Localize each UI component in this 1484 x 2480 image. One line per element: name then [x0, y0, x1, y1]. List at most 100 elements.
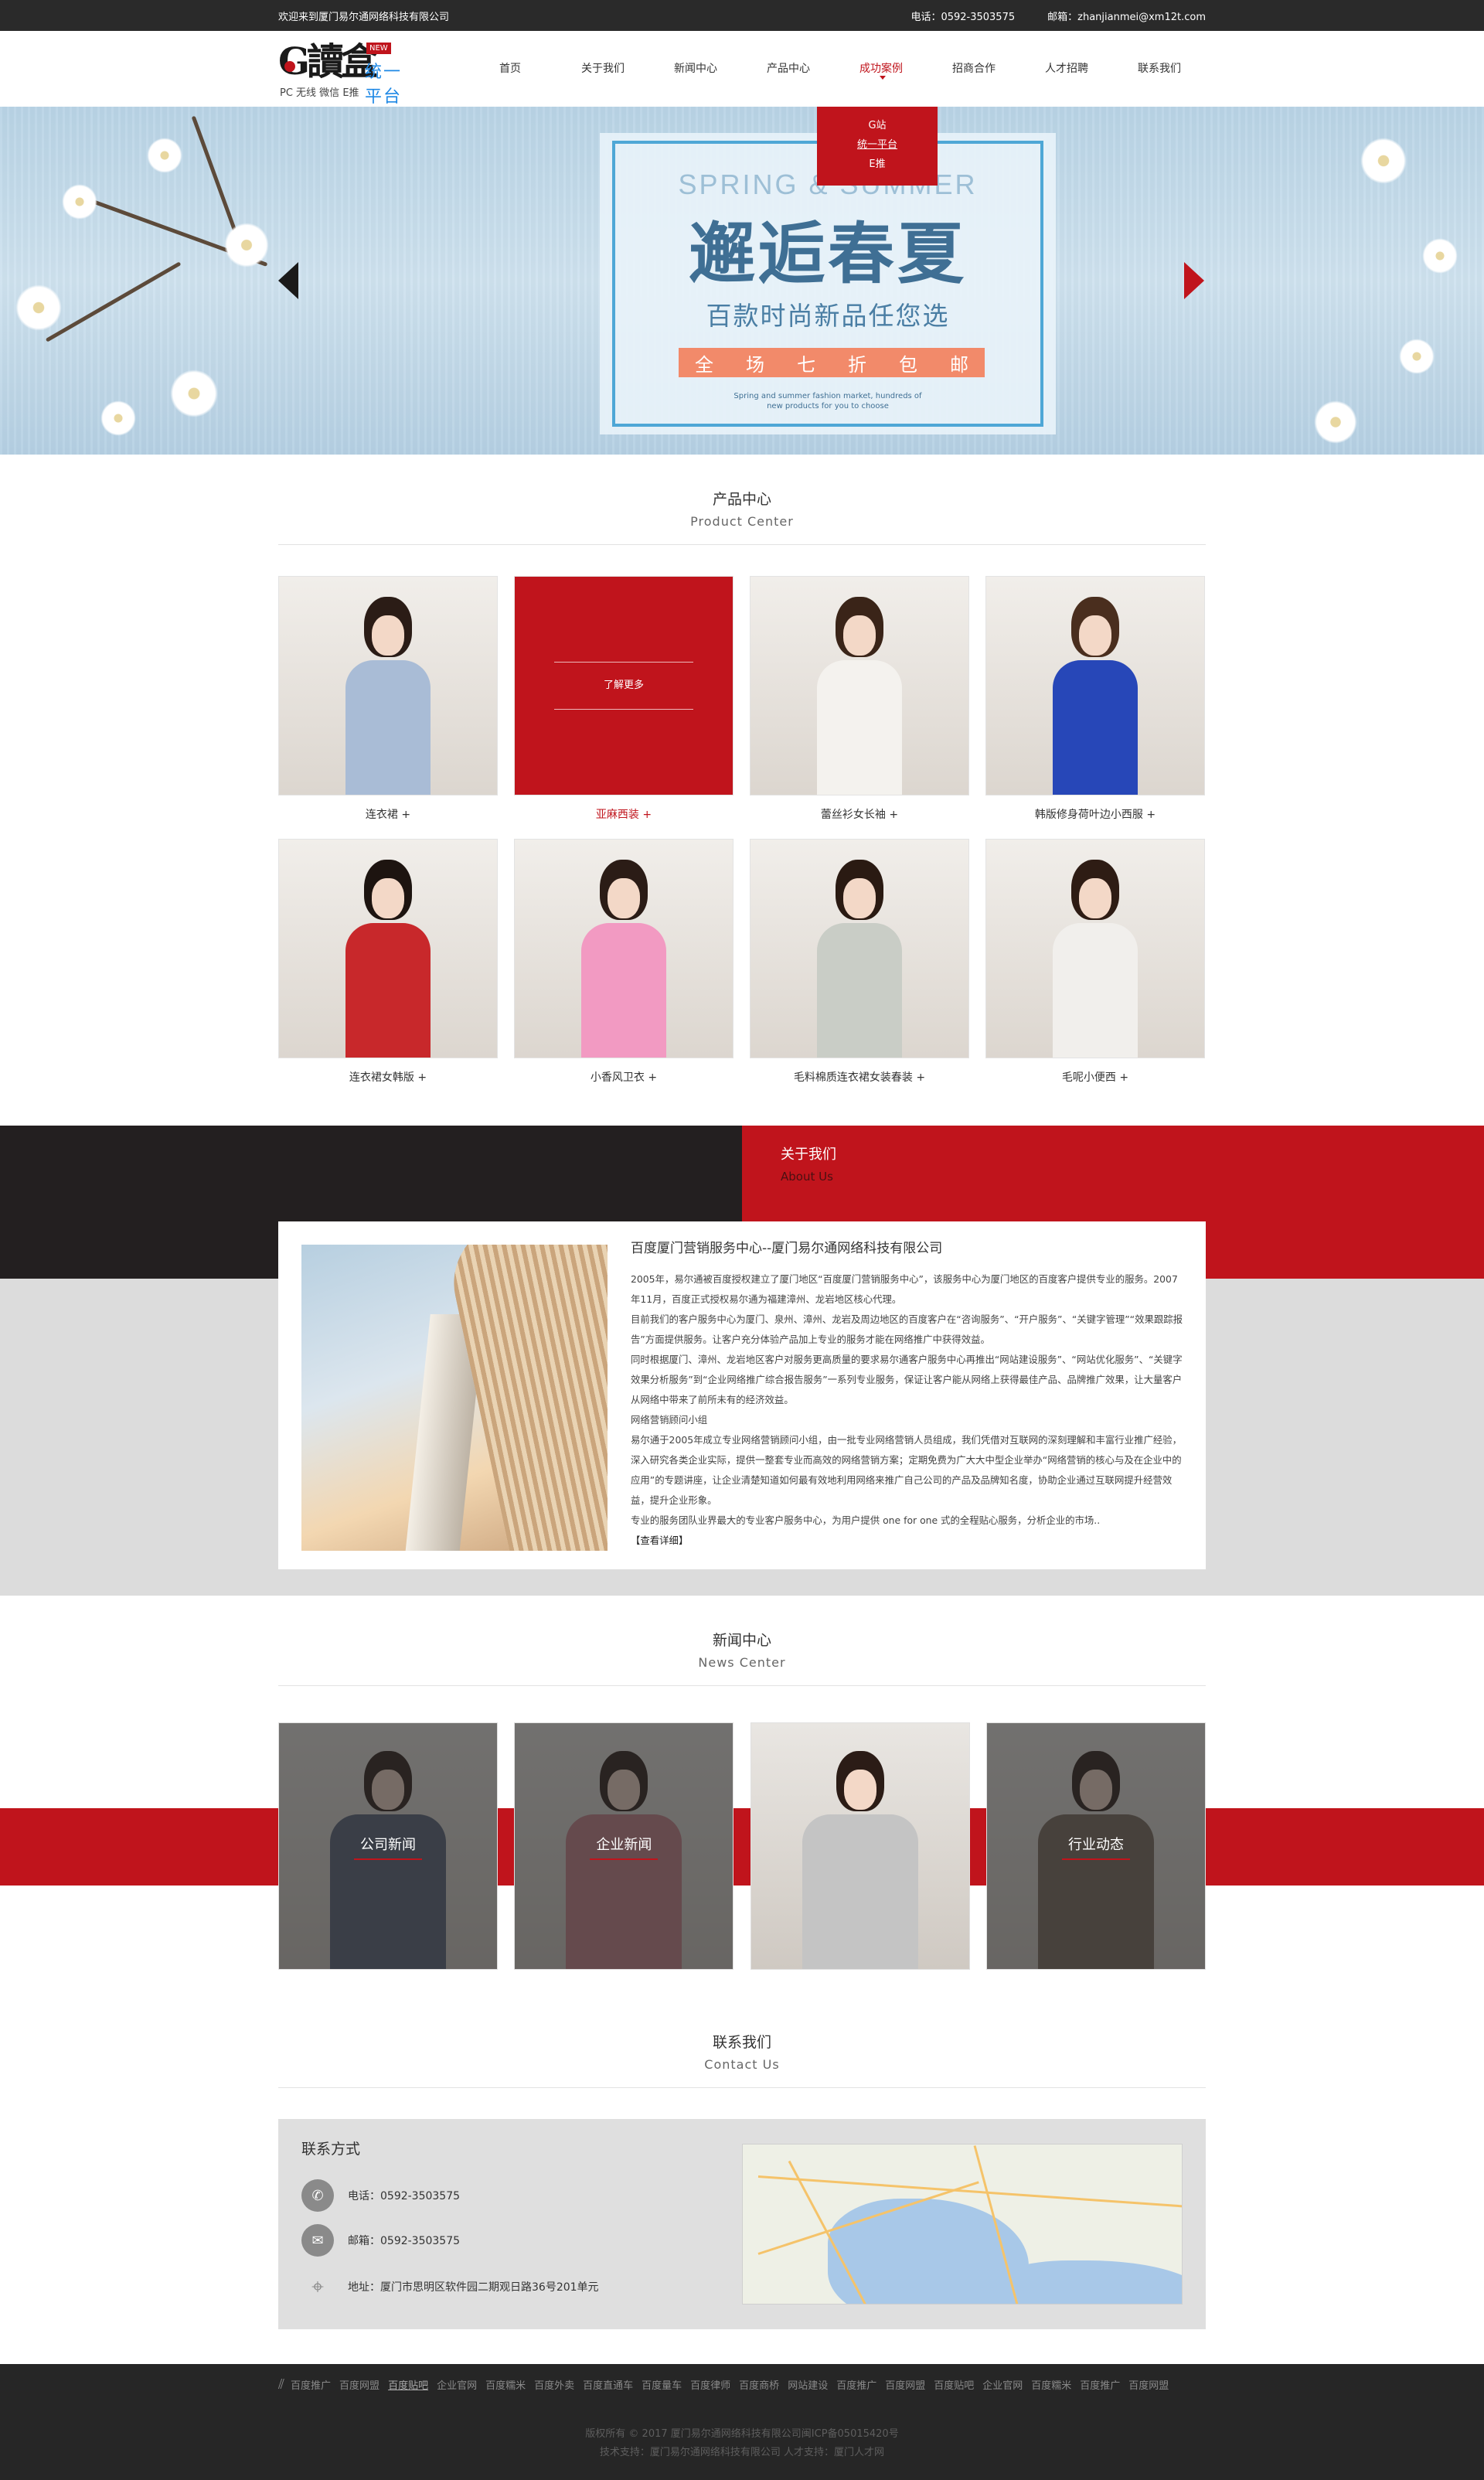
product-name[interactable]: 蕾丝衫女长袖 +: [750, 808, 969, 822]
product-grid: 连衣裙 + 了解更多亚麻西装 + 蕾丝衫女长袖 + 韩版修身荷叶边小西服 + 连衣裙女韩…: [278, 576, 1206, 1085]
product-image[interactable]: [750, 576, 969, 795]
nav-item-jobs[interactable]: 人才招聘: [1020, 53, 1113, 84]
product-image[interactable]: [985, 839, 1205, 1058]
flower-decoration: [1399, 339, 1435, 374]
news-category-label[interactable]: 企业新闻: [590, 1832, 659, 1860]
banner-tagline: Spring and summer fashion market, hundre…: [600, 391, 1056, 411]
product-name[interactable]: 小香风卫衣 +: [514, 1071, 733, 1085]
product-card[interactable]: 韩版修身荷叶边小西服 +: [985, 576, 1205, 822]
news-card[interactable]: 公司新闻: [278, 1722, 498, 1970]
footer-link[interactable]: 百度网盟: [339, 2377, 380, 2392]
footer-links: ⫽ 百度推广 百度网盟 百度贴吧 企业官网 百度糯米 百度外卖 百度直通车 百度量车 百度律师百…: [278, 2364, 1206, 2393]
product-card[interactable]: 毛呢小便西 +: [985, 839, 1205, 1085]
model-figure: [326, 860, 450, 1058]
footer-link[interactable]: 百度直通车: [583, 2377, 633, 2392]
product-card[interactable]: 小香风卫衣 +: [514, 839, 733, 1085]
flower-decoration: [62, 184, 97, 220]
product-image[interactable]: [278, 576, 498, 795]
product-image[interactable]: [985, 576, 1205, 795]
footer-link[interactable]: 百度外卖: [534, 2377, 574, 2392]
footer-link[interactable]: 企业官网: [982, 2377, 1023, 2392]
contact-heading: 联系我们 Contact Us: [0, 1998, 1484, 2088]
dropdown-item-gsite[interactable]: G站: [817, 116, 938, 135]
about-more-link[interactable]: 【查看详细】: [631, 1531, 1187, 1551]
contact-address-row: ⌖ 地址：厦门市思明区软件园二期观日路36号201单元: [301, 2270, 599, 2303]
nav-item-about[interactable]: 关于我们: [556, 53, 649, 84]
map-road: [757, 2175, 1182, 2209]
product-card[interactable]: 毛料棉质连衣裙女装春装 +: [750, 839, 969, 1085]
heading-divider: [278, 1685, 1206, 1686]
dropdown-item-platform[interactable]: 统一平台: [817, 135, 938, 155]
product-name[interactable]: 亚麻西装 +: [514, 808, 733, 822]
top-email[interactable]: 邮箱：zhanjianmei@xm12t.com: [1047, 9, 1206, 23]
product-image[interactable]: [514, 839, 733, 1058]
footer-link[interactable]: 网站建设: [788, 2377, 828, 2392]
model-face: [1079, 615, 1111, 656]
model-face: [843, 1770, 876, 1810]
product-card[interactable]: 了解更多亚麻西装 +: [514, 576, 733, 822]
product-card[interactable]: 蕾丝衫女长袖 +: [750, 576, 969, 822]
footer-link[interactable]: 百度糯米: [485, 2377, 526, 2392]
product-heading-cn: 产品中心: [712, 491, 771, 508]
news-heading-en: News Center: [698, 1655, 786, 1670]
footer-link[interactable]: 百度推广: [836, 2377, 876, 2392]
phone-icon: ✆: [301, 2179, 334, 2212]
nav-item-news[interactable]: 新闻中心: [649, 53, 742, 84]
nav-item-partners[interactable]: 招商合作: [928, 53, 1020, 84]
footer-link[interactable]: 百度糯米: [1031, 2377, 1071, 2392]
nav-item-home[interactable]: 首页: [464, 53, 556, 84]
news-card[interactable]: 企业新闻: [514, 1722, 734, 1970]
product-name[interactable]: 韩版修身荷叶边小西服 +: [985, 808, 1205, 822]
footer-link[interactable]: 百度贴吧: [934, 2377, 974, 2392]
news-section: 新闻中心 News Center 公司新闻 企业新闻 行业动态: [0, 1596, 1484, 1998]
footer-link[interactable]: 企业官网: [437, 2377, 477, 2392]
model-outfit: [345, 660, 431, 795]
product-hover-overlay[interactable]: 了解更多: [515, 577, 733, 795]
location-map[interactable]: [742, 2144, 1183, 2305]
model-figure: [326, 597, 450, 795]
product-name[interactable]: 连衣裙 +: [278, 808, 498, 822]
footer-link[interactable]: 百度量车: [642, 2377, 682, 2392]
model-face: [843, 878, 876, 918]
contact-email-row: ✉ 邮箱：0592-3503575: [301, 2224, 460, 2257]
footer-link[interactable]: 百度贴吧: [388, 2377, 428, 2392]
footer-link[interactable]: 百度推广: [291, 2377, 331, 2392]
product-image[interactable]: [278, 839, 498, 1058]
about-heading: 关于我们 About Us: [781, 1144, 836, 1187]
product-heading: 产品中心 Product Center: [0, 455, 1484, 545]
about-paragraph: 目前我们的客户服务中心为厦门、泉州、漳州、龙岩及周边地区的百度客户在“咨询服务”…: [631, 1313, 1183, 1345]
product-image[interactable]: [750, 839, 969, 1058]
banner-next-arrow-icon[interactable]: [1184, 262, 1204, 299]
product-card[interactable]: 连衣裙女韩版 +: [278, 839, 498, 1085]
nav-item-contact[interactable]: 联系我们: [1113, 53, 1206, 84]
model-figure: [798, 860, 921, 1058]
footer-link[interactable]: 百度网盟: [885, 2377, 925, 2392]
flower-decoration: [1314, 400, 1357, 444]
product-name[interactable]: 毛呢小便西 +: [985, 1071, 1205, 1085]
footer-link[interactable]: 百度推广: [1080, 2377, 1120, 2392]
nav-item-cases[interactable]: 成功案例: [835, 53, 928, 84]
model-figure: [562, 860, 686, 1058]
footer-link[interactable]: 百度网盟: [1128, 2377, 1169, 2392]
nav-item-products[interactable]: 产品中心: [742, 53, 835, 84]
footer-link[interactable]: 百度商桥: [739, 2377, 779, 2392]
learn-more-button[interactable]: 了解更多: [554, 662, 693, 710]
news-card[interactable]: 行业动态: [985, 1722, 1206, 1970]
news-card[interactable]: [750, 1722, 970, 1970]
dropdown-item-epush[interactable]: E推: [817, 155, 938, 174]
site-logo[interactable]: G讀盒 NEW 统一平台 PC 无线 微信 E推: [278, 39, 417, 107]
top-phone: 电话：0592-3503575: [910, 11, 1016, 23]
contact-heading-cn: 联系我们: [712, 2034, 771, 2051]
product-name[interactable]: 毛料棉质连衣裙女装春装 +: [750, 1071, 969, 1085]
product-card[interactable]: 连衣裙 +: [278, 576, 498, 822]
contact-address: 地址：厦门市思明区软件园二期观日路36号201单元: [348, 2281, 599, 2294]
product-image[interactable]: 了解更多: [514, 576, 733, 795]
news-category-label[interactable]: 行业动态: [1061, 1832, 1130, 1860]
product-name[interactable]: 连衣裙女韩版 +: [278, 1071, 498, 1085]
model-figure: [1033, 597, 1157, 795]
flower-decoration: [147, 138, 182, 173]
footer-link[interactable]: 百度律师: [690, 2377, 730, 2392]
model-outfit: [817, 660, 902, 795]
news-category-label[interactable]: 公司新闻: [354, 1832, 422, 1860]
banner-prev-arrow-icon[interactable]: [278, 262, 298, 299]
